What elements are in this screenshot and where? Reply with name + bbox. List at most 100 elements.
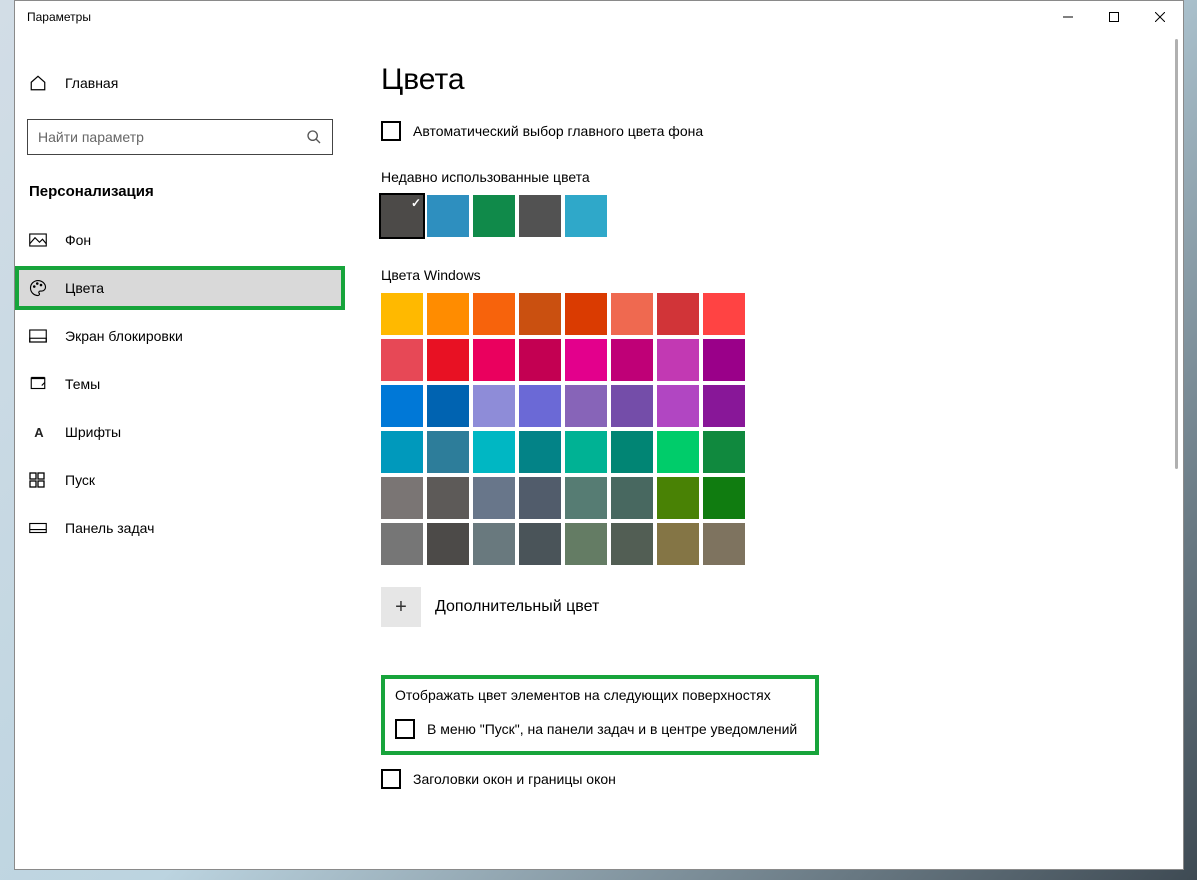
content-pane: Цвета Автоматический выбор главного цвет… [345,33,1183,869]
close-button[interactable] [1137,1,1183,33]
recent-color-swatch[interactable] [565,195,607,237]
palette-color-swatch[interactable] [565,523,607,565]
surfaces-highlight-block: Отображать цвет элементов на следующих п… [381,675,819,755]
sidebar-item-themes[interactable]: Темы [15,362,345,406]
palette-color-swatch[interactable] [473,477,515,519]
palette-color-swatch[interactable] [427,385,469,427]
search-placeholder: Найти параметр [38,129,144,145]
home-nav[interactable]: Главная [15,61,345,105]
palette-color-swatch[interactable] [611,339,653,381]
palette-color-swatch[interactable] [473,293,515,335]
minimize-button[interactable] [1045,1,1091,33]
palette-color-swatch[interactable] [703,339,745,381]
windows-colors-palette [381,293,1147,565]
surface-start-label: В меню "Пуск", на панели задач и в центр… [427,721,797,737]
sidebar-item-label: Фон [65,232,91,248]
palette-color-swatch[interactable] [381,523,423,565]
palette-color-swatch[interactable] [565,339,607,381]
palette-color-swatch[interactable] [473,385,515,427]
palette-color-swatch[interactable] [519,523,561,565]
palette-color-swatch[interactable] [611,523,653,565]
auto-pick-checkbox[interactable]: Автоматический выбор главного цвета фона [381,121,1147,141]
sidebar: Главная Найти параметр Персонализация Фо… [15,33,345,869]
checkbox-icon [381,769,401,789]
palette-color-swatch[interactable] [703,293,745,335]
recent-color-swatch[interactable] [381,195,423,237]
palette-color-swatch[interactable] [427,339,469,381]
palette-color-swatch[interactable] [473,523,515,565]
palette-color-swatch[interactable] [703,431,745,473]
palette-color-swatch[interactable] [703,385,745,427]
palette-color-swatch[interactable] [611,385,653,427]
checkbox-icon [381,121,401,141]
palette-color-swatch[interactable] [427,523,469,565]
palette-color-swatch[interactable] [611,431,653,473]
surface-titlebars-label: Заголовки окон и границы окон [413,771,616,787]
palette-color-swatch[interactable] [381,339,423,381]
palette-color-swatch[interactable] [611,477,653,519]
sidebar-section-header: Персонализация [15,173,345,218]
palette-color-swatch[interactable] [565,477,607,519]
scrollbar[interactable] [1175,39,1178,469]
palette-color-swatch[interactable] [519,293,561,335]
surface-start-checkbox[interactable]: В меню "Пуск", на панели задач и в центр… [395,719,803,739]
palette-color-swatch[interactable] [519,339,561,381]
palette-color-swatch[interactable] [611,293,653,335]
palette-color-swatch[interactable] [657,293,699,335]
recent-color-swatch[interactable] [473,195,515,237]
checkbox-icon [395,719,415,739]
maximize-button[interactable] [1091,1,1137,33]
sidebar-item-background[interactable]: Фон [15,218,345,262]
palette-color-swatch[interactable] [473,339,515,381]
window-title: Параметры [27,10,91,24]
titlebar: Параметры [15,1,1183,33]
page-title: Цвета [381,63,1147,97]
recent-color-swatch[interactable] [427,195,469,237]
palette-color-swatch[interactable] [381,293,423,335]
palette-color-swatch[interactable] [381,431,423,473]
recent-colors-row [381,195,1147,237]
palette-color-swatch[interactable] [703,523,745,565]
palette-color-swatch[interactable] [381,385,423,427]
surface-titlebars-checkbox[interactable]: Заголовки окон и границы окон [381,769,1147,789]
lockscreen-icon [29,329,49,343]
sidebar-item-fonts[interactable]: A Шрифты [15,410,345,454]
sidebar-item-label: Шрифты [65,424,121,440]
sidebar-item-colors[interactable]: Цвета [15,266,345,310]
palette-color-swatch[interactable] [565,385,607,427]
palette-color-swatch[interactable] [381,477,423,519]
palette-icon [29,279,49,297]
sidebar-item-start[interactable]: Пуск [15,458,345,502]
sidebar-item-label: Пуск [65,472,95,488]
palette-color-swatch[interactable] [427,293,469,335]
sidebar-item-label: Панель задач [65,520,154,536]
palette-color-swatch[interactable] [473,431,515,473]
palette-color-swatch[interactable] [657,477,699,519]
palette-color-swatch[interactable] [519,431,561,473]
palette-color-swatch[interactable] [427,431,469,473]
palette-color-swatch[interactable] [657,431,699,473]
custom-color-label: Дополнительный цвет [435,598,599,616]
palette-color-swatch[interactable] [565,431,607,473]
windows-colors-heading: Цвета Windows [381,267,1147,283]
sidebar-item-label: Темы [65,376,100,392]
palette-color-swatch[interactable] [703,477,745,519]
sidebar-item-lockscreen[interactable]: Экран блокировки [15,314,345,358]
custom-color-button[interactable]: + Дополнительный цвет [381,587,1147,627]
sidebar-item-label: Цвета [65,280,104,296]
recent-colors-heading: Недавно использованные цвета [381,169,1147,185]
palette-color-swatch[interactable] [657,523,699,565]
palette-color-swatch[interactable] [565,293,607,335]
sidebar-item-taskbar[interactable]: Панель задач [15,506,345,550]
palette-color-swatch[interactable] [657,385,699,427]
recent-color-swatch[interactable] [519,195,561,237]
sidebar-item-label: Экран блокировки [65,328,183,344]
palette-color-swatch[interactable] [427,477,469,519]
window-controls [1045,1,1183,33]
palette-color-swatch[interactable] [519,385,561,427]
themes-icon [29,375,49,393]
palette-color-swatch[interactable] [519,477,561,519]
plus-icon: + [381,587,421,627]
search-input[interactable]: Найти параметр [27,119,333,155]
palette-color-swatch[interactable] [657,339,699,381]
